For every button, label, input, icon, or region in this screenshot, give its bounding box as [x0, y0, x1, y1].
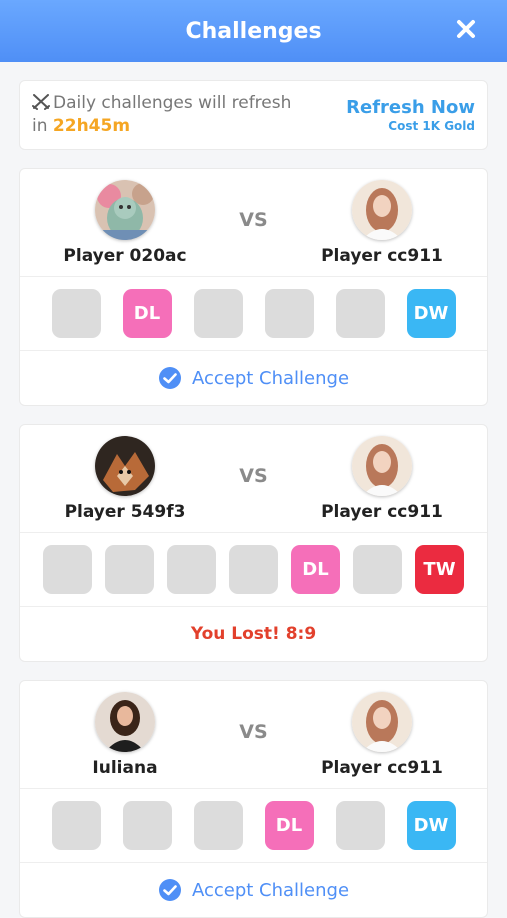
accept-challenge-label[interactable]: Accept Challenge [192, 368, 349, 389]
result-row: You Lost! 8:9 [20, 607, 487, 661]
game-slot-empty [193, 289, 243, 338]
game-slot-double-loss: DL [122, 289, 172, 338]
challenge-list: Daily challenges will refresh in 22h45m … [0, 62, 507, 918]
game-slot-empty [122, 801, 172, 850]
result-label: You Lost! 8:9 [190, 624, 317, 644]
game-slot-empty [43, 545, 92, 594]
game-slot-double-win: DW [406, 801, 456, 850]
player-name: Player cc911 [321, 501, 443, 522]
right-player[interactable]: Player cc911 [307, 691, 457, 778]
avatar[interactable] [351, 435, 412, 496]
player-name: Player cc911 [321, 757, 443, 778]
right-player[interactable]: Player cc911 [307, 179, 457, 266]
game-slots: DL DW [20, 789, 487, 863]
players-row: Iuliana VS Player cc911 [20, 681, 487, 789]
accept-challenge-label[interactable]: Accept Challenge [192, 880, 349, 901]
refresh-panel: Daily challenges will refresh in 22h45m … [19, 80, 488, 150]
refresh-now-label[interactable]: Refresh Now [346, 97, 475, 119]
vs-label: VS [239, 720, 268, 743]
left-player[interactable]: Player 549f3 [50, 435, 200, 522]
refresh-cost-label: Cost 1K Gold [388, 119, 475, 133]
avatar[interactable] [351, 691, 412, 752]
challenge-card: Player 020ac VS Player cc911 DL DW Accep… [19, 168, 488, 406]
challenge-card: Player 549f3 VS Player cc911 DL TW You L… [19, 424, 488, 662]
refresh-now-button[interactable]: Refresh Now Cost 1K Gold [346, 97, 475, 133]
game-slot-empty [335, 801, 385, 850]
game-slot-empty [264, 289, 314, 338]
game-slot-empty [353, 545, 402, 594]
game-slot-empty [105, 545, 154, 594]
check-circle-icon [158, 367, 181, 389]
refresh-message: Daily challenges will refresh [53, 93, 292, 113]
game-slot-double-win: DW [406, 289, 456, 338]
challenge-card: Iuliana VS Player cc911 DL DW Accept Cha… [19, 680, 488, 918]
close-button[interactable] [451, 14, 481, 44]
crossed-swords-icon [32, 94, 50, 110]
avatar[interactable] [351, 179, 412, 240]
game-slots: DL TW [20, 533, 487, 607]
avatar[interactable] [95, 435, 155, 496]
player-name: Player cc911 [321, 245, 443, 266]
left-player[interactable]: Iuliana [50, 691, 200, 778]
right-player[interactable]: Player cc911 [307, 435, 457, 522]
player-name: Iuliana [92, 757, 158, 778]
left-player[interactable]: Player 020ac [50, 179, 200, 266]
close-icon [457, 20, 475, 38]
avatar[interactable] [95, 179, 155, 240]
avatar[interactable] [95, 691, 155, 752]
player-name: Player 549f3 [64, 501, 186, 522]
game-slot-triple-win: TW [415, 545, 464, 594]
vs-label: VS [239, 464, 268, 487]
refresh-countdown: 22h45m [52, 116, 131, 136]
game-slot-double-loss: DL [264, 801, 314, 850]
page-title: Challenges [185, 18, 322, 44]
game-slot-empty [229, 545, 278, 594]
player-name: Player 020ac [63, 245, 187, 266]
accept-challenge-button[interactable]: Accept Challenge [20, 863, 487, 917]
game-slots: DL DW [20, 277, 487, 351]
game-slot-double-loss: DL [291, 545, 340, 594]
refresh-in-label: in [32, 116, 53, 136]
players-row: Player 020ac VS Player cc911 [20, 169, 487, 277]
players-row: Player 549f3 VS Player cc911 [20, 425, 487, 533]
refresh-info: Daily challenges will refresh in 22h45m [32, 92, 291, 138]
game-slot-empty [167, 545, 216, 594]
game-slot-empty [51, 801, 101, 850]
header-bar: Challenges [0, 0, 507, 62]
game-slot-empty [51, 289, 101, 338]
vs-label: VS [239, 208, 268, 231]
accept-challenge-button[interactable]: Accept Challenge [20, 351, 487, 405]
check-circle-icon [158, 879, 181, 901]
game-slot-empty [193, 801, 243, 850]
game-slot-empty [335, 289, 385, 338]
